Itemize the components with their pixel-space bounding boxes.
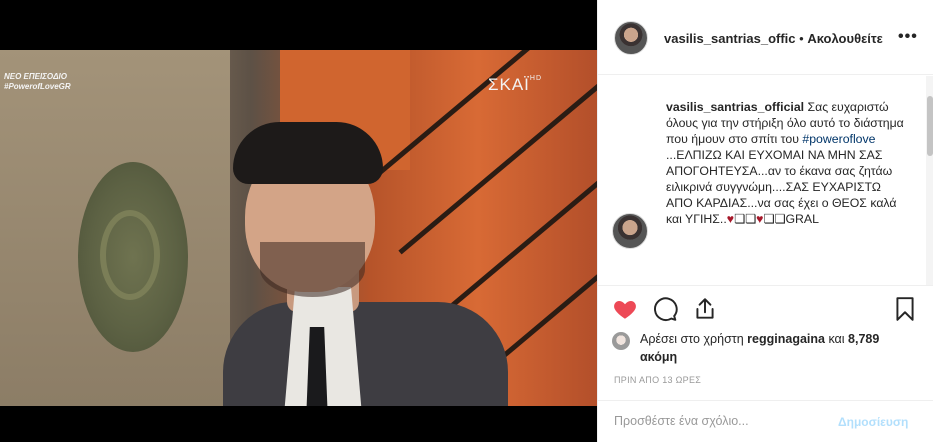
header-separator: • bbox=[799, 31, 804, 46]
share-button[interactable] bbox=[692, 296, 720, 324]
caption-section: vasilis_santrias_official Σας ευχαριστώ … bbox=[598, 76, 933, 286]
like-button[interactable] bbox=[612, 296, 640, 324]
channel-logo-hd: HD bbox=[529, 75, 543, 82]
more-options-icon[interactable]: ••• bbox=[898, 28, 918, 46]
comment-icon bbox=[654, 297, 678, 321]
man-in-suit bbox=[215, 122, 515, 406]
likes-middle: και bbox=[824, 332, 849, 346]
caption-username[interactable]: vasilis_santrias_official bbox=[666, 100, 804, 114]
channel-logo-text: ΣΚΑΪ bbox=[488, 75, 530, 94]
action-bar bbox=[598, 292, 933, 328]
post-header: vasilis_santrias_offic • Ακολουθείτε ••• bbox=[598, 0, 933, 75]
caption-avatar[interactable] bbox=[612, 213, 648, 249]
heart-icon bbox=[614, 300, 636, 319]
instagram-post-modal: ΝΕΟ ΕΠΕΙΣΟΔΙΟ #PowerofLoveGR ΣΚΑΪHD vasi… bbox=[0, 0, 933, 442]
header-username[interactable]: vasilis_santrias_offic bbox=[664, 31, 796, 46]
scrollbar-thumb[interactable] bbox=[927, 96, 933, 156]
channel-logo: ΣΚΑΪHD bbox=[488, 75, 542, 95]
caption-text-4: ❏❏GRAL bbox=[763, 212, 819, 226]
comment-button[interactable] bbox=[652, 296, 680, 324]
background-decor-ring bbox=[100, 210, 160, 300]
likes-prefix: Αρέσει στο χρήστη bbox=[640, 332, 748, 346]
episode-overlay: ΝΕΟ ΕΠΕΙΣΟΔΙΟ #PowerofLoveGR bbox=[4, 72, 71, 92]
header-user-line: vasilis_santrias_offic • Ακολουθείτε bbox=[664, 31, 883, 46]
post-timestamp[interactable]: ΠΡΙΝ ΑΠΟ 13 ΩΡΕΣ bbox=[614, 375, 701, 385]
video-frame bbox=[0, 50, 597, 406]
post-media[interactable]: ΝΕΟ ΕΠΕΙΣΟΔΙΟ #PowerofLoveGR ΣΚΑΪHD bbox=[0, 0, 597, 442]
comment-input[interactable] bbox=[614, 409, 824, 433]
liker-username[interactable]: regginagaina bbox=[747, 332, 825, 346]
share-icon bbox=[696, 298, 714, 319]
post-side-panel: vasilis_santrias_offic • Ακολουθείτε •••… bbox=[597, 0, 933, 442]
post-caption: vasilis_santrias_official Σας ευχαριστώ … bbox=[666, 99, 906, 227]
post-comment-button[interactable]: Δημοσίευση bbox=[838, 415, 908, 429]
bookmark-icon bbox=[896, 297, 914, 321]
caption-scrollbar[interactable] bbox=[926, 76, 933, 285]
comment-bar: Δημοσίευση bbox=[598, 400, 933, 442]
liker-avatar[interactable] bbox=[612, 332, 630, 350]
caption-hashtag[interactable]: #powerofl​ove bbox=[802, 132, 875, 146]
heart-emoji: ♥ bbox=[726, 212, 735, 226]
save-button[interactable] bbox=[892, 296, 920, 324]
avatar[interactable] bbox=[614, 21, 648, 55]
likes-summary: Αρέσει στο χρήστη regginagaina και 8,789… bbox=[612, 330, 912, 366]
caption-text-3: ❏❏ bbox=[734, 212, 757, 226]
follow-status-button[interactable]: Ακολουθείτε bbox=[807, 31, 883, 46]
overlay-line-2: #PowerofLoveGR bbox=[4, 82, 71, 91]
overlay-line-1: ΝΕΟ ΕΠΕΙΣΟΔΙΟ bbox=[4, 72, 67, 81]
